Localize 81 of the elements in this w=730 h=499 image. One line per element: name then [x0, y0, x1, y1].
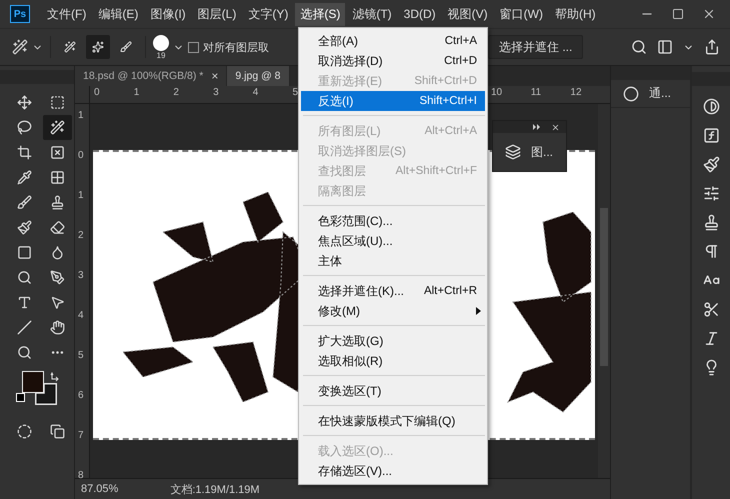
menu-item[interactable]: 图层(L)	[192, 2, 242, 26]
ruler-number: 8	[78, 470, 84, 481]
panel-title[interactable]: 通...	[649, 85, 672, 102]
ruler-number: 1	[134, 87, 140, 98]
ruler-number: 2	[173, 87, 179, 98]
sliders-icon[interactable]	[702, 185, 720, 202]
fx-icon[interactable]	[702, 127, 720, 144]
brush-size-value: 19	[156, 50, 166, 60]
layers-icon[interactable]	[505, 144, 521, 160]
ruler-number: 4	[78, 310, 84, 321]
menu-item[interactable]: 文件(F)	[42, 2, 92, 26]
brush-preset-icon[interactable]	[12, 39, 28, 55]
scissors-icon[interactable]	[702, 301, 720, 318]
menu-item[interactable]: 滤镜(T)	[347, 2, 397, 26]
menu-option[interactable]: 在快速蒙版模式下编辑(Q)	[301, 411, 485, 431]
menu-option[interactable]: 主体	[301, 251, 485, 271]
ruler-number: 10	[491, 87, 502, 98]
contrast-icon[interactable]	[702, 98, 720, 115]
menu-option[interactable]: 存储选区(V)...	[301, 461, 485, 481]
select-and-mask-button[interactable]: 选择并遮住 ...	[488, 35, 584, 59]
document-tab[interactable]: 9.jpg @ 8	[227, 66, 290, 86]
foreground-color-swatch[interactable]	[22, 371, 44, 393]
brush-mode-icon	[64, 39, 76, 55]
ruler-number: 0	[78, 150, 84, 161]
workspace-icon[interactable]	[657, 39, 673, 55]
ruler-number: 0	[94, 87, 100, 98]
expand-icon[interactable]	[533, 124, 541, 130]
brush-mode-icon	[120, 39, 132, 55]
stamp-icon[interactable]	[702, 214, 720, 231]
document-size: 文档:1.19M/1.19M	[170, 482, 260, 496]
menu-item[interactable]: 选择(S)	[295, 2, 346, 26]
ruler-number: 6	[78, 390, 84, 401]
menu-option[interactable]: 选择并遮住(K)... Alt+Ctrl+R	[301, 281, 485, 301]
ruler-number: 7	[78, 430, 84, 441]
search-icon[interactable]	[631, 39, 647, 55]
close-tab-icon[interactable]: ×	[211, 69, 218, 83]
ruler-number: 3	[213, 87, 219, 98]
checkbox-label: 对所有图层取	[203, 40, 269, 54]
ruler-number: 2	[78, 230, 84, 241]
selection-mode-button[interactable]	[86, 35, 110, 59]
brush-icon[interactable]	[702, 156, 720, 173]
menu-option[interactable]: 全部(A) Ctrl+A	[301, 31, 485, 51]
ruler-number: 4	[252, 87, 258, 98]
zoom-level: 87.05%	[81, 483, 118, 495]
close-icon[interactable]	[702, 7, 716, 21]
close-icon[interactable]	[551, 122, 560, 132]
brush-size-icon[interactable]	[153, 34, 169, 50]
menu-option[interactable]: 反选(I) Shift+Ctrl+I	[301, 91, 485, 111]
ruler-number: 5	[78, 350, 84, 361]
panel-title[interactable]: 图...	[531, 144, 554, 160]
brush-mode-icon	[92, 39, 104, 55]
tab-title: 9.jpg @ 8	[235, 70, 281, 82]
menu-item[interactable]: 编辑(E)	[93, 2, 144, 26]
ruler-number: 11	[530, 87, 542, 98]
menu-item[interactable]: 文字(Y)	[243, 2, 294, 26]
menu-option[interactable]: 色彩范围(C)...	[301, 211, 485, 231]
menu-item[interactable]: 3D(D)	[398, 4, 441, 24]
menu-option[interactable]: 修改(M)	[301, 301, 485, 321]
share-icon[interactable]	[704, 39, 720, 55]
scrollbar-thumb[interactable]	[600, 208, 608, 366]
menu-option[interactable]: 变换选区(T)	[301, 381, 485, 401]
menu-item[interactable]: 窗口(W)	[494, 2, 548, 26]
maximize-icon[interactable]	[672, 7, 684, 21]
menu-option[interactable]: 焦点区域(U)...	[301, 231, 485, 251]
default-colors-icon[interactable]	[16, 393, 25, 402]
ruler-number: 5	[292, 87, 298, 98]
document-tab[interactable]: 18.psd @ 100%(RGB/8) * ×	[75, 66, 228, 86]
tab-title: 18.psd @ 100%(RGB/8) *	[83, 70, 204, 82]
menu-option[interactable]: 选取相似(R)	[301, 351, 485, 371]
checkbox[interactable]	[188, 42, 199, 52]
menu-item[interactable]: 帮助(H)	[550, 2, 601, 26]
ruler-number: 3	[78, 270, 84, 281]
ruler-number: 1	[78, 190, 84, 201]
ruler-number: 12	[570, 87, 582, 98]
menu-item[interactable]: 图像(I)	[145, 2, 191, 26]
menu-item[interactable]: 视图(V)	[442, 2, 493, 26]
menu-option[interactable]: 取消选择(D) Ctrl+D	[301, 51, 485, 71]
scrollbar[interactable]	[598, 104, 610, 478]
app-logo: Ps	[10, 5, 30, 23]
ruler-number: 1	[78, 110, 84, 121]
menu-option[interactable]: 扩大选取(G)	[301, 331, 485, 351]
